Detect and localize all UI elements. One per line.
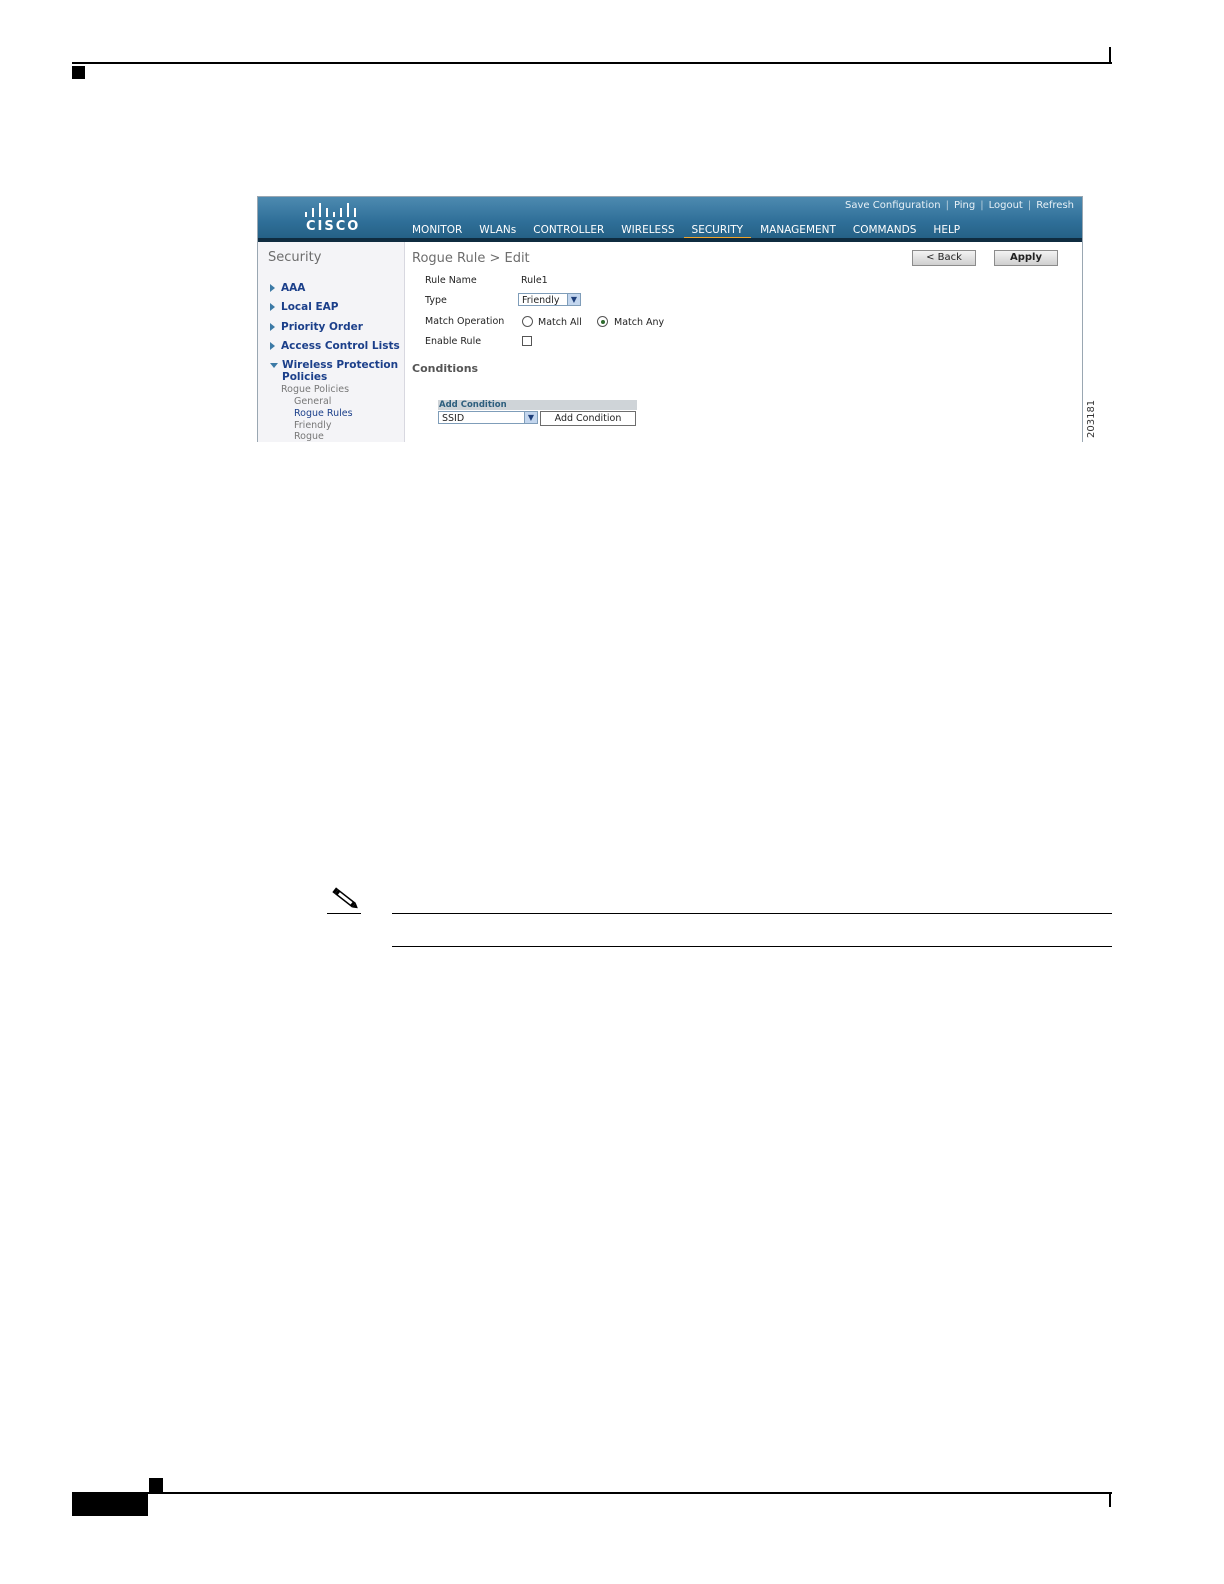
top-banner: CISCO Save Configuration | Ping | Logout | Ref… [258,197,1082,241]
tab-wlans[interactable]: WLANs [471,222,524,238]
enable-rule-checkbox[interactable] [522,336,532,346]
sidebar-item-policies-label: Policies [282,371,328,383]
sidebar-item-priority-order[interactable]: Priority Order [270,321,363,333]
header-rule [72,62,1112,64]
match-all-radio[interactable] [522,316,533,327]
tab-management[interactable]: MANAGEMENT [752,222,844,238]
add-condition-header: Add Condition [438,400,637,410]
note-pencil-icon [332,887,358,909]
sidebar-item-access-control-lists[interactable]: Access Control Lists [270,340,400,352]
type-select[interactable]: Friendly ▼ [518,293,581,306]
expand-arrow-icon [270,323,275,331]
match-any-label: Match Any [614,317,665,328]
sidebar-item-local-eap[interactable]: Local EAP [270,301,338,313]
footer-marker-small [149,1478,163,1492]
cisco-logo-icon [303,203,359,217]
back-button[interactable]: < Back [912,250,976,266]
expand-arrow-icon [270,284,275,292]
page-title: Rogue Rule > Edit [412,251,530,266]
match-operation-label: Match Operation [425,316,505,327]
tab-controller[interactable]: CONTROLLER [525,222,612,238]
condition-type-value: SSID [442,413,465,424]
refresh-link[interactable]: Refresh [1036,200,1074,211]
chevron-down-icon: ▼ [567,294,580,305]
sidebar-subitem-friendly[interactable]: Friendly [294,420,331,431]
match-all-label: Match All [538,317,582,328]
figure-number-text: 203181 [1086,399,1097,438]
apply-button[interactable]: Apply [994,250,1058,266]
main-content: Rogue Rule > Edit < Back Apply Rule Name… [404,242,1082,442]
tab-help[interactable]: HELP [925,222,968,238]
sidebar-item-aaa[interactable]: AAA [270,282,305,294]
condition-type-select[interactable]: SSID ▼ [438,411,538,424]
note-icon-underline [327,913,361,914]
type-label: Type [425,295,447,306]
save-configuration-link[interactable]: Save Configuration [845,200,941,211]
tab-security[interactable]: SECURITY [683,222,752,241]
note-top-rule [392,913,1112,914]
footer-block [72,1494,148,1516]
controller-screenshot: CISCO Save Configuration | Ping | Logout | Ref… [257,196,1083,442]
header-marker [72,66,85,79]
main-nav: MONITOR WLANs CONTROLLER WIRELESS SECURITY MA… [412,222,969,241]
sidebar-subitem-general[interactable]: General [294,396,331,407]
conditions-title: Conditions [412,362,479,375]
footer-rule [72,1492,1112,1494]
sidebar-subitem-rogue[interactable]: Rogue [294,431,324,442]
collapse-arrow-icon [270,362,278,368]
cisco-logo-text: CISCO [306,219,361,234]
chevron-down-icon: ▼ [524,412,537,423]
sidebar-title: Security [268,250,322,265]
tab-commands[interactable]: COMMANDS [845,222,925,238]
sidebar: Security AAA Local EAP Priority Order Ac… [258,242,405,442]
add-condition-button[interactable]: Add Condition [540,411,636,426]
utility-links: Save Configuration | Ping | Logout | Refresh [845,200,1074,211]
expand-arrow-icon [270,342,275,350]
sidebar-item-wireless-protection-policies[interactable]: Wireless Protection [270,359,398,371]
figure-number: 203181 [1082,400,1102,440]
tab-wireless[interactable]: WIRELESS [613,222,682,238]
footer-tick [1109,1492,1111,1507]
rule-name-value: Rule1 [521,275,548,286]
ping-link[interactable]: Ping [954,200,975,211]
sidebar-subitem-rogue-policies[interactable]: Rogue Policies [278,384,349,395]
match-any-radio[interactable] [597,316,608,327]
note-bottom-rule [392,946,1112,947]
tab-monitor[interactable]: MONITOR [412,222,470,238]
sidebar-subitem-rogue-rules[interactable]: Rogue Rules [294,408,353,419]
rule-name-label: Rule Name [425,275,477,286]
type-select-value: Friendly [522,295,560,306]
expand-arrow-icon [270,303,275,311]
logout-link[interactable]: Logout [989,200,1023,211]
enable-rule-label: Enable Rule [425,336,482,347]
